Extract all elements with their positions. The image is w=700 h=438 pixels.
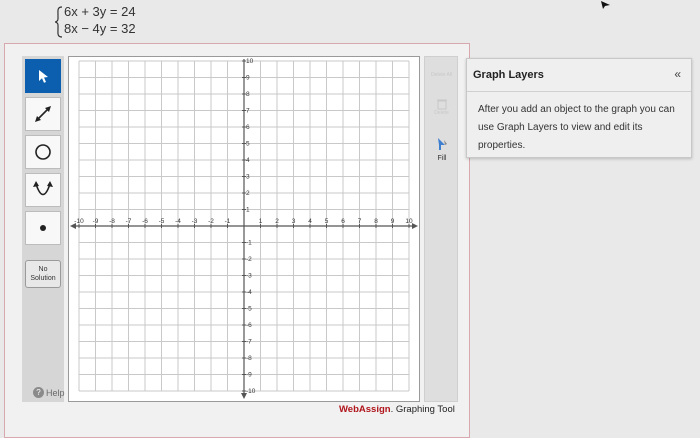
mouse-cursor-icon xyxy=(601,1,610,9)
y-tick-label: -10 xyxy=(246,388,256,395)
y-tick-label: -8 xyxy=(246,355,252,362)
trash-icon xyxy=(436,99,447,110)
equation-1: 6x + 3y = 24 xyxy=(64,4,136,19)
object-actions-panel: Delete All Delete Fill xyxy=(424,56,458,402)
x-tick-label: 7 xyxy=(358,218,362,225)
y-tick-label: -3 xyxy=(246,273,252,280)
y-tick-label: -2 xyxy=(246,256,252,263)
x-tick-label: 3 xyxy=(292,218,296,225)
x-tick-label: -3 xyxy=(192,218,198,225)
x-axis-right-arrow xyxy=(412,223,418,229)
y-tick-label: -5 xyxy=(246,306,252,313)
x-tick-label: -2 xyxy=(208,218,214,225)
coordinate-plane[interactable]: -10 -9 -8 -7 -6 -5 -4 -3 -2 -1 1 2 3 4 5 6 7 8 9 10 10 9 8 7 6 5 4… xyxy=(69,57,421,403)
no-solution-button[interactable]: No Solution xyxy=(25,260,61,288)
y-tick-label: 9 xyxy=(246,75,250,82)
line-segment-icon xyxy=(35,106,51,122)
x-tick-label: 4 xyxy=(308,218,312,225)
graph-layers-header: Graph Layers « xyxy=(467,59,691,92)
y-tick-label: 1 xyxy=(246,207,250,214)
x-tick-label: -8 xyxy=(109,218,115,225)
parabola-icon xyxy=(33,181,53,196)
x-tick-label: 5 xyxy=(325,218,329,225)
equation-2: 8x − 4y = 32 xyxy=(64,21,136,36)
brace-icon xyxy=(54,6,63,38)
y-tick-label: 4 xyxy=(246,157,250,164)
y-tick-label: -4 xyxy=(246,289,252,296)
webassign-branding: WebAssign. Graphing Tool xyxy=(339,404,455,415)
no-solution-label-2: Solution xyxy=(30,275,56,282)
x-tick-label: -4 xyxy=(175,218,181,225)
parabola-tool-button[interactable] xyxy=(25,173,61,207)
graph-layers-panel: Graph Layers « After you add an object t… xyxy=(466,58,692,158)
point-tool-button[interactable] xyxy=(25,211,61,245)
select-tool-button[interactable] xyxy=(25,59,61,93)
y-tick-label: -1 xyxy=(246,240,252,247)
circle-tool-button[interactable] xyxy=(25,135,61,169)
y-tick-label: 8 xyxy=(246,91,250,98)
x-tick-label: -5 xyxy=(159,218,165,225)
brand-suffix: . Graphing Tool xyxy=(390,404,455,415)
fill-label: Fill xyxy=(437,155,447,162)
x-tick-label: -6 xyxy=(142,218,148,225)
y-tick-label: 5 xyxy=(246,141,250,148)
x-tick-label: 2 xyxy=(275,218,279,225)
graph-canvas[interactable]: -10 -9 -8 -7 -6 -5 -4 -3 -2 -1 1 2 3 4 5 6 7 8 9 10 10 9 8 7 6 5 4… xyxy=(68,56,420,402)
x-tick-label: -10 xyxy=(74,218,84,225)
x-tick-label: 1 xyxy=(259,218,263,225)
x-tick-label: -9 xyxy=(93,218,99,225)
y-tick-label: 10 xyxy=(246,58,254,65)
delete-label: Delete xyxy=(434,110,449,116)
help-icon: ? xyxy=(33,387,44,398)
delete-button[interactable]: Delete xyxy=(429,95,454,119)
fill-button[interactable]: Fill xyxy=(427,135,457,177)
x-tick-label: 8 xyxy=(374,218,378,225)
x-tick-label: -7 xyxy=(126,218,132,225)
collapse-icon[interactable]: « xyxy=(674,67,681,81)
help-link[interactable]: ? Help xyxy=(33,387,65,398)
circle-icon xyxy=(35,144,51,160)
y-tick-label: 6 xyxy=(246,124,250,131)
line-tool-button[interactable] xyxy=(25,97,61,131)
brand-web: Web xyxy=(339,404,359,415)
x-tick-label: 9 xyxy=(391,218,395,225)
fill-arrow-icon xyxy=(438,138,447,150)
y-tick-label: 3 xyxy=(246,174,250,181)
brand-assign: Assign xyxy=(358,404,391,415)
y-tick-label: -9 xyxy=(246,372,252,379)
point-icon xyxy=(40,225,46,231)
y-tick-label: -7 xyxy=(246,339,252,346)
graph-layers-title: Graph Layers xyxy=(473,69,544,81)
tool-palette: No Solution xyxy=(22,56,64,402)
y-tick-label: -6 xyxy=(246,322,252,329)
y-tick-label: 2 xyxy=(246,190,250,197)
graph-layers-description: After you add an object to the graph you… xyxy=(478,104,675,151)
x-tick-label: 6 xyxy=(341,218,345,225)
arrow-pointer-icon xyxy=(39,70,48,83)
no-solution-label-1: No xyxy=(38,266,48,273)
x-tick-label: 10 xyxy=(405,218,413,225)
y-tick-label: 7 xyxy=(246,108,250,115)
delete-all-button[interactable]: Delete All xyxy=(429,63,454,87)
x-tick-label: -1 xyxy=(225,218,231,225)
help-label: Help xyxy=(46,387,65,398)
